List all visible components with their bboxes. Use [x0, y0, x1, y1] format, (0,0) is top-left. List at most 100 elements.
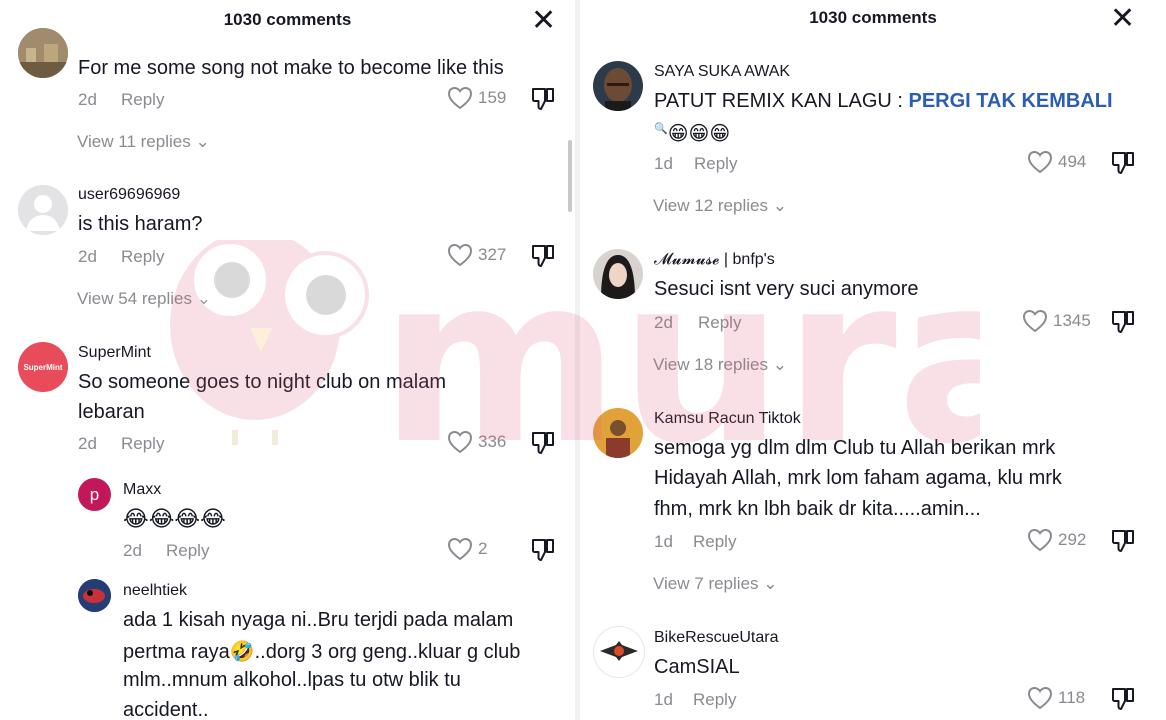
reply-button[interactable]: Reply	[121, 247, 164, 267]
comment-text-line-3: fhm, mrk kn lbh baik dr kita.....amin...	[654, 498, 981, 520]
view-replies-link[interactable]: View 18 replies ⌄	[653, 355, 787, 375]
avatar-brand-text: SuperMint	[23, 362, 63, 372]
comment-text-line-1: semoga yg dlm dlm Club tu Allah berikan …	[654, 437, 1056, 459]
like-button[interactable]: 1345	[1022, 309, 1091, 333]
dislike-icon[interactable]	[530, 537, 556, 568]
dislike-icon[interactable]	[530, 86, 556, 117]
avatar[interactable]: p	[78, 478, 111, 511]
view-replies-label: View 11 replies	[77, 132, 191, 151]
view-replies-link[interactable]: View 11 replies ⌄	[77, 132, 210, 152]
avatar[interactable]	[18, 28, 68, 78]
like-count: 327	[478, 245, 507, 264]
chevron-down-icon: ⌄	[772, 196, 787, 215]
dislike-icon[interactable]	[1110, 309, 1136, 340]
close-icon[interactable]: ✕	[531, 6, 556, 36]
reply-text: 😂😂😂😂	[123, 507, 226, 532]
heart-icon	[1027, 150, 1053, 174]
view-replies-label: View 7 replies	[653, 574, 759, 593]
like-count: 292	[1058, 530, 1087, 549]
avatar-letter: p	[89, 484, 100, 504]
like-button[interactable]: 494	[1027, 150, 1086, 174]
comment-date: 1d	[654, 690, 673, 709]
like-count: 118	[1058, 688, 1086, 707]
reply-button[interactable]: Reply	[121, 434, 164, 454]
like-button[interactable]: 118	[1027, 686, 1085, 710]
username[interactable]: BikeRescueUtara	[654, 629, 779, 647]
view-replies-link[interactable]: View 54 replies ⌄	[77, 289, 211, 309]
dislike-icon[interactable]	[530, 243, 556, 274]
like-button[interactable]: 2	[447, 537, 487, 561]
username[interactable]: Kamsu Racun Tiktok	[654, 410, 801, 428]
heart-icon	[1022, 309, 1048, 333]
heart-icon	[1027, 686, 1053, 710]
scrollbar[interactable]	[568, 140, 572, 212]
like-button[interactable]: 159	[447, 86, 506, 110]
heart-icon	[447, 537, 473, 561]
reply-button[interactable]: Reply	[698, 313, 741, 333]
avatar[interactable]	[593, 61, 643, 111]
view-replies-link[interactable]: View 12 replies ⌄	[653, 196, 787, 216]
comments-count-title: 1030 comments	[809, 8, 937, 27]
reply-button[interactable]: Reply	[166, 541, 209, 561]
heart-icon	[447, 243, 473, 267]
dislike-icon[interactable]	[1110, 150, 1136, 181]
comment-text-line-1: So someone goes to night club on malam	[78, 371, 446, 393]
chevron-down-icon: ⌄	[763, 574, 778, 593]
username[interactable]: SAYA SUKA AWAK	[654, 63, 790, 81]
song-link[interactable]: PERGI TAK KEMBALI	[909, 90, 1113, 112]
dislike-icon[interactable]	[1110, 528, 1136, 559]
reply-text-line-3: mlm..mnum alkohol..lpas tu otw blik tu	[123, 669, 461, 691]
view-replies-label: View 18 replies	[653, 355, 768, 374]
dislike-icon[interactable]	[1110, 686, 1136, 717]
comment-text: For me some song not make to become like…	[78, 57, 504, 79]
like-count: 336	[478, 432, 507, 451]
reply-date: 2d	[123, 541, 142, 560]
search-icon[interactable]: 🔍	[654, 123, 668, 135]
comment-date: 2d	[78, 90, 97, 109]
like-button[interactable]: 336	[447, 430, 506, 454]
heart-icon	[447, 86, 473, 110]
comment-text: Sesuci isnt very suci anymore	[654, 278, 919, 300]
avatar[interactable]: SuperMint	[18, 342, 68, 392]
reply-button[interactable]: Reply	[693, 690, 736, 710]
username[interactable]: user69696969	[78, 186, 180, 204]
username[interactable]: neelhtiek	[123, 582, 187, 600]
dislike-icon[interactable]	[530, 430, 556, 461]
close-icon[interactable]: ✕	[1110, 4, 1135, 34]
comment-text-line-2: lebaran	[78, 401, 145, 423]
right-comments-panel: 1030 comments ✕ SAYA SUKA AWAK PATUT REM…	[580, 0, 1166, 720]
username[interactable]: 𝓜𝓾𝓶𝓾𝓼𝓮 | bnfp's	[654, 251, 775, 269]
chevron-down-icon: ⌄	[772, 355, 787, 374]
reply-text-line-4: accident..	[123, 699, 209, 720]
comments-count-title: 1030 comments	[223, 10, 352, 29]
like-count: 494	[1058, 152, 1087, 171]
like-button[interactable]: 327	[447, 243, 506, 267]
left-comments-panel: 1030 comments ✕ For me some song not mak…	[0, 0, 575, 720]
reply-button[interactable]: Reply	[121, 90, 164, 110]
emoji-line: 😁😁😁	[667, 121, 731, 145]
comment-text-line-1: PATUT REMIX KAN LAGU : PERGI TAK KEMBALI	[654, 86, 1113, 116]
chevron-down-icon: ⌄	[195, 132, 210, 151]
view-replies-link[interactable]: View 7 replies ⌄	[653, 574, 778, 594]
avatar[interactable]	[78, 579, 111, 612]
like-count: 2	[478, 539, 488, 558]
reply-button[interactable]: Reply	[694, 154, 737, 174]
avatar[interactable]	[18, 185, 68, 235]
comment-date: 1d	[654, 154, 673, 173]
comment-date: 2d	[78, 434, 97, 453]
username[interactable]: SuperMint	[78, 344, 151, 362]
comment-text-prefix: PATUT REMIX KAN LAGU :	[654, 90, 909, 112]
chevron-down-icon: ⌄	[196, 289, 211, 308]
comment-date: 2d	[78, 247, 97, 266]
like-count: 1345	[1053, 311, 1091, 330]
comment-text: is this haram?	[78, 213, 203, 235]
avatar[interactable]	[593, 408, 643, 458]
like-button[interactable]: 292	[1027, 528, 1086, 552]
username[interactable]: Maxx	[123, 481, 161, 499]
reply-text-line-2: pertma raya🤣..dorg 3 org geng..kluar g c…	[123, 641, 521, 663]
avatar[interactable]	[593, 626, 645, 678]
reply-button[interactable]: Reply	[693, 532, 736, 552]
avatar[interactable]	[593, 249, 643, 299]
heart-icon	[447, 430, 473, 454]
comment-text-line-2: Hidayah Allah, mrk lom faham agama, klu …	[654, 467, 1062, 489]
